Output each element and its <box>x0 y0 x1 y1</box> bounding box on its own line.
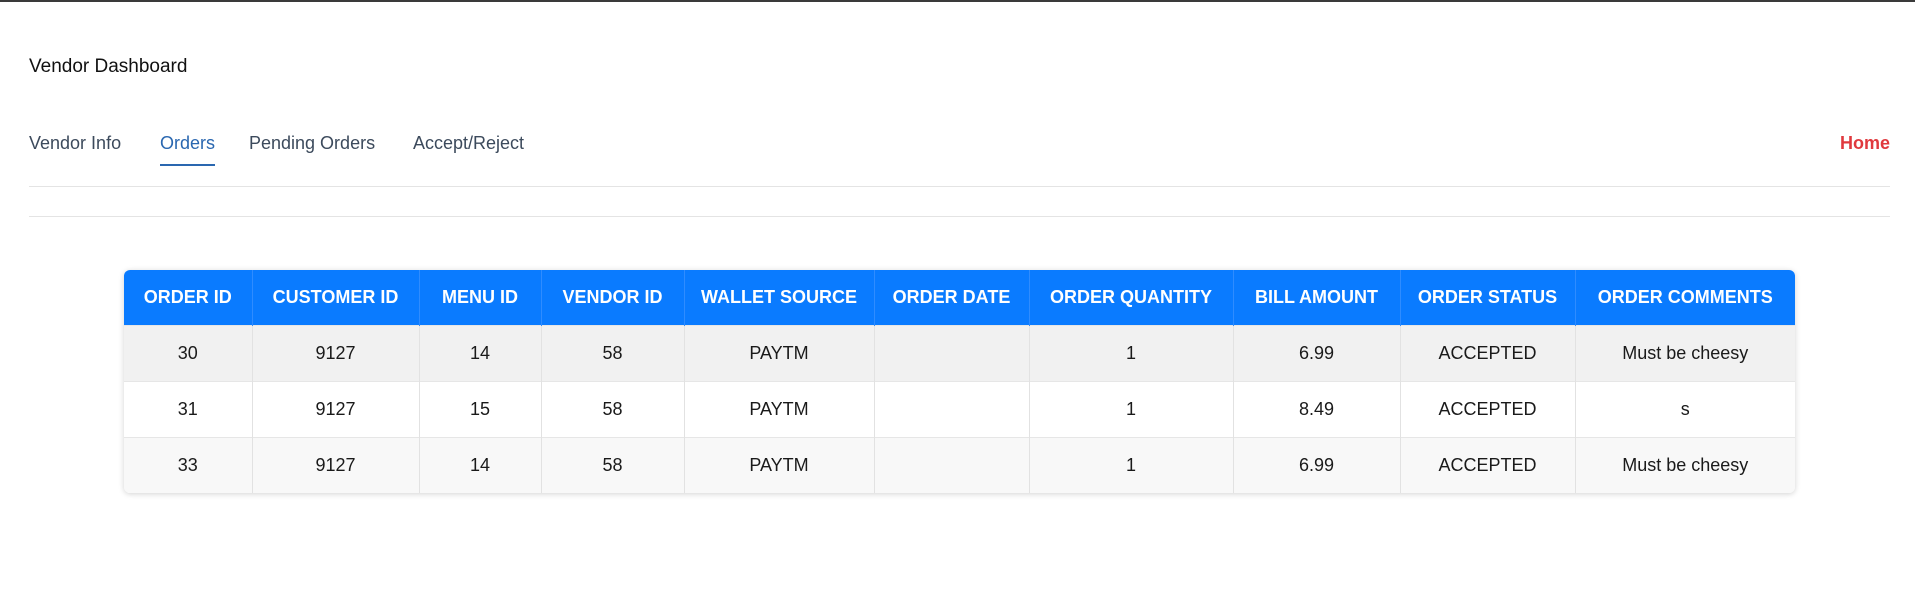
cell-order-comments: s <box>1575 381 1795 438</box>
cell-customer-id: 9127 <box>252 325 420 382</box>
column-header-menu-id[interactable]: MENU ID <box>419 270 542 326</box>
cell-customer-id: 9127 <box>252 437 420 493</box>
column-header-customer-id[interactable]: CUSTOMER ID <box>252 270 420 326</box>
top-border <box>0 0 1915 2</box>
cell-vendor-id: 58 <box>541 437 685 493</box>
cell-vendor-id: 58 <box>541 381 685 438</box>
tab-orders[interactable]: Orders <box>160 130 216 166</box>
cell-order-comments: Must be cheesy <box>1575 437 1795 493</box>
cell-bill-amount: 6.99 <box>1233 437 1401 493</box>
column-header-order-comments[interactable]: ORDER COMMENTS <box>1575 270 1795 326</box>
cell-wallet-source: PAYTM <box>684 381 875 438</box>
tab-vendor-info[interactable]: Vendor Info <box>29 130 121 166</box>
cell-customer-id: 9127 <box>252 381 420 438</box>
cell-order-quantity: 1 <box>1029 437 1234 493</box>
cell-order-status: ACCEPTED <box>1400 325 1576 382</box>
cell-order-date <box>874 437 1030 493</box>
cell-menu-id: 14 <box>419 437 542 493</box>
cell-order-status: ACCEPTED <box>1400 381 1576 438</box>
page-title: Vendor Dashboard <box>29 56 188 77</box>
cell-order-quantity: 1 <box>1029 381 1234 438</box>
column-header-bill-amount[interactable]: BILL AMOUNT <box>1233 270 1401 326</box>
column-header-order-date[interactable]: ORDER DATE <box>874 270 1030 326</box>
cell-order-id: 33 <box>124 437 253 493</box>
table-row[interactable]: 31 9127 15 58 PAYTM 1 8.49 ACCEPTED s <box>124 381 1795 438</box>
table-row[interactable]: 30 9127 14 58 PAYTM 1 6.99 ACCEPTED Must… <box>124 325 1795 382</box>
cell-wallet-source: PAYTM <box>684 325 875 382</box>
cell-bill-amount: 6.99 <box>1233 325 1401 382</box>
table-row[interactable]: 33 9127 14 58 PAYTM 1 6.99 ACCEPTED Must… <box>124 437 1795 493</box>
orders-table-container: ORDER ID CUSTOMER ID MENU ID VENDOR ID W… <box>124 270 1795 493</box>
cell-menu-id: 15 <box>419 381 542 438</box>
column-header-order-id[interactable]: ORDER ID <box>124 270 253 326</box>
cell-wallet-source: PAYTM <box>684 437 875 493</box>
cell-order-comments: Must be cheesy <box>1575 325 1795 382</box>
section-divider <box>29 216 1890 217</box>
tab-pending-orders[interactable]: Pending Orders <box>249 130 375 166</box>
home-link[interactable]: Home <box>1840 130 1890 156</box>
column-header-order-quantity[interactable]: ORDER QUANTITY <box>1029 270 1234 326</box>
table-header-row: ORDER ID CUSTOMER ID MENU ID VENDOR ID W… <box>124 270 1795 326</box>
column-header-order-status[interactable]: ORDER STATUS <box>1400 270 1576 326</box>
cell-bill-amount: 8.49 <box>1233 381 1401 438</box>
column-header-vendor-id[interactable]: VENDOR ID <box>541 270 685 326</box>
cell-order-date <box>874 381 1030 438</box>
cell-order-quantity: 1 <box>1029 325 1234 382</box>
column-header-wallet-source[interactable]: WALLET SOURCE <box>684 270 875 326</box>
cell-menu-id: 14 <box>419 325 542 382</box>
cell-order-id: 31 <box>124 381 253 438</box>
tab-accept-reject[interactable]: Accept/Reject <box>413 130 524 166</box>
cell-order-date <box>874 325 1030 382</box>
orders-table: ORDER ID CUSTOMER ID MENU ID VENDOR ID W… <box>124 270 1795 493</box>
cell-order-status: ACCEPTED <box>1400 437 1576 493</box>
main-nav: Vendor Info Orders Pending Orders Accept… <box>29 130 1890 187</box>
cell-order-id: 30 <box>124 325 253 382</box>
cell-vendor-id: 58 <box>541 325 685 382</box>
